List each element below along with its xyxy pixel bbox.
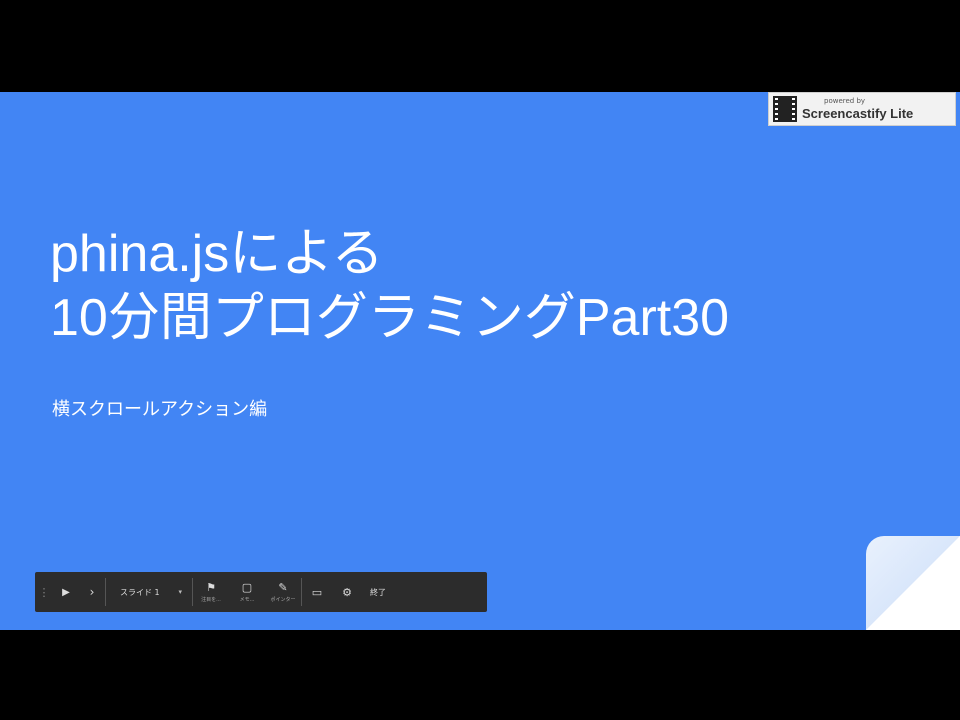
highlight-tool-label: 注目を... [201, 596, 221, 603]
notes-icon: ▢ [241, 580, 253, 594]
flag-icon: ⚑ [206, 580, 216, 594]
slide-title-line-2: 10分間プログラミングPart30 [50, 289, 730, 347]
menu-icon[interactable]: ⋮ [35, 572, 53, 612]
chevron-down-icon: ▾ [178, 588, 182, 596]
next-slide-icon[interactable]: › [79, 572, 105, 612]
watermark-brand: Screencastify Lite [802, 106, 914, 121]
slide-title-line-1: phina.jsによる [50, 225, 384, 283]
screencastify-watermark: powered by Screencastify Lite [768, 92, 956, 126]
pointer-tool-label: ポインター [270, 596, 296, 603]
end-presentation-button[interactable]: 終了 [362, 572, 394, 612]
film-strip-icon [773, 96, 797, 122]
fullscreen-icon[interactable]: ▭ [302, 572, 332, 612]
gear-icon[interactable]: ⚙ [332, 572, 362, 612]
slide-select-label: スライド 1 [120, 587, 160, 597]
slide-subtitle: 横スクロールアクション編 [52, 399, 268, 420]
presenter-toolbar: ⋮ ▶ › スライド 1 ▾ ⚑ 注目を... ▢ メモ... ✎ ポインター … [35, 572, 487, 612]
play-icon[interactable]: ▶ [53, 572, 79, 612]
presentation-slide: powered by Screencastify Lite phina.jsによ… [0, 92, 960, 630]
highlight-tool-button[interactable]: ⚑ 注目を... [193, 572, 229, 612]
slide-select-dropdown[interactable]: スライド 1 ▾ [106, 572, 192, 612]
notes-tool-label: メモ... [239, 596, 255, 603]
pointer-tool-button[interactable]: ✎ ポインター [265, 572, 301, 612]
letterbox-top [0, 0, 960, 92]
slide-title: phina.jsによる 10分間プログラミングPart30 [50, 222, 729, 350]
watermark-small-text: powered by [824, 97, 866, 105]
pen-icon: ✎ [278, 580, 288, 594]
notes-tool-button[interactable]: ▢ メモ... [229, 572, 265, 612]
letterbox-bottom [0, 630, 960, 720]
page-curl [866, 536, 960, 630]
